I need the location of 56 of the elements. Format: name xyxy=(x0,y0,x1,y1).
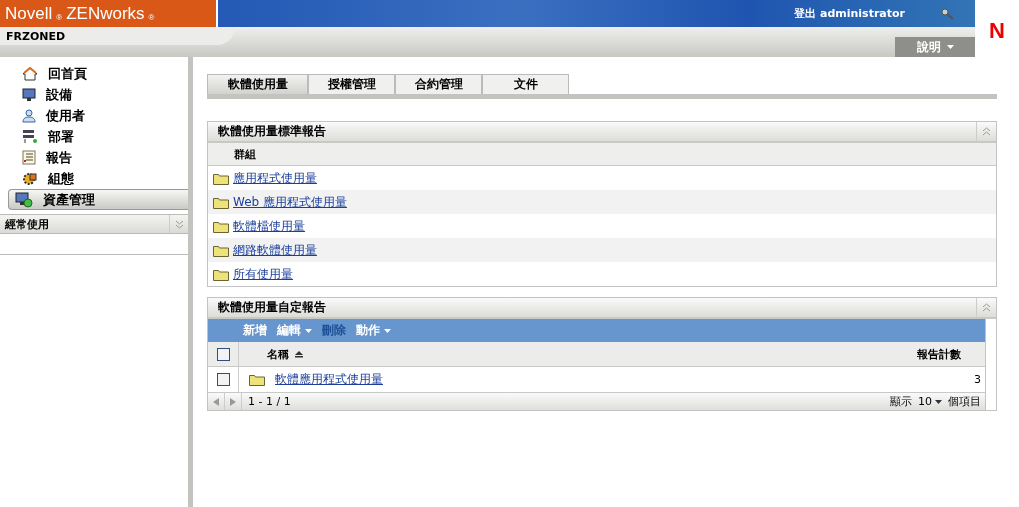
items-label: 個項目 xyxy=(948,394,981,409)
gear-icon xyxy=(22,170,38,187)
checkbox[interactable] xyxy=(216,347,230,361)
nav-item[interactable]: 組態 xyxy=(8,168,188,189)
table-cell: 3 xyxy=(974,373,981,386)
monitor-icon xyxy=(22,87,36,102)
caret-icon xyxy=(305,328,312,333)
nav-item[interactable]: 資產管理 xyxy=(8,189,188,210)
folder-icon xyxy=(213,243,229,257)
report-link[interactable]: 應用程式使用量 xyxy=(233,169,317,187)
tab[interactable]: 文件 xyxy=(482,74,569,94)
folder-icon xyxy=(213,171,229,185)
page-size-dropdown[interactable]: 10 xyxy=(918,395,942,408)
novell-logo: N xyxy=(989,19,1005,42)
collapse-icon[interactable] xyxy=(982,303,991,312)
caret-icon xyxy=(946,45,954,49)
page-range: 1 - 1 / 1 xyxy=(248,395,291,408)
right-arrow-icon xyxy=(230,397,236,406)
report-icon xyxy=(22,150,36,165)
folder-icon xyxy=(213,267,229,281)
deploy-icon xyxy=(22,129,38,144)
column-header[interactable]: 名稱 xyxy=(267,346,289,362)
tab[interactable]: 合約管理 xyxy=(395,74,482,94)
monitor-dollar-icon xyxy=(15,191,33,208)
folder-icon xyxy=(213,219,229,233)
tab[interactable]: 軟體使用量 xyxy=(207,74,308,94)
tab[interactable]: 授權管理 xyxy=(308,74,395,94)
house-icon xyxy=(22,66,38,81)
show-label: 顯示 xyxy=(890,394,912,409)
caret-icon xyxy=(935,399,942,404)
column-header: 群組 xyxy=(208,143,996,166)
checkbox[interactable] xyxy=(216,373,230,386)
panel-title: 軟體使用量自定報告 xyxy=(218,299,326,316)
folder-icon xyxy=(213,195,229,209)
report-link[interactable]: 網路軟體使用量 xyxy=(233,241,317,259)
logout-link[interactable]: 登出 administrator xyxy=(794,6,905,21)
nav-item[interactable]: 報告 xyxy=(8,147,188,168)
nav-item[interactable]: 使用者 xyxy=(8,105,188,126)
folder-icon xyxy=(249,373,265,386)
collapse-icon[interactable] xyxy=(982,127,991,136)
panel-title: 軟體使用量標準報告 xyxy=(218,123,326,140)
section-header[interactable]: 經常使用 xyxy=(0,214,188,234)
caret-icon xyxy=(384,328,391,333)
brand-logo: Novell ® ZENworks ® xyxy=(0,0,218,27)
report-link[interactable]: 軟體應用程式使用量 xyxy=(275,371,383,388)
expand-icon[interactable] xyxy=(174,219,184,229)
report-link[interactable]: 軟體檔使用量 xyxy=(233,217,305,235)
left-arrow-icon xyxy=(213,397,219,406)
column-header: 報告計數 xyxy=(917,346,961,362)
report-link[interactable]: 所有使用量 xyxy=(233,265,293,283)
report-link[interactable]: Web 應用程式使用量 xyxy=(233,193,347,211)
nav-item[interactable]: 部署 xyxy=(8,126,188,147)
sort-icon xyxy=(295,350,303,358)
nav-item[interactable]: 回首頁 xyxy=(8,63,188,84)
user-icon xyxy=(22,108,36,123)
nav-item[interactable]: 設備 xyxy=(8,84,188,105)
